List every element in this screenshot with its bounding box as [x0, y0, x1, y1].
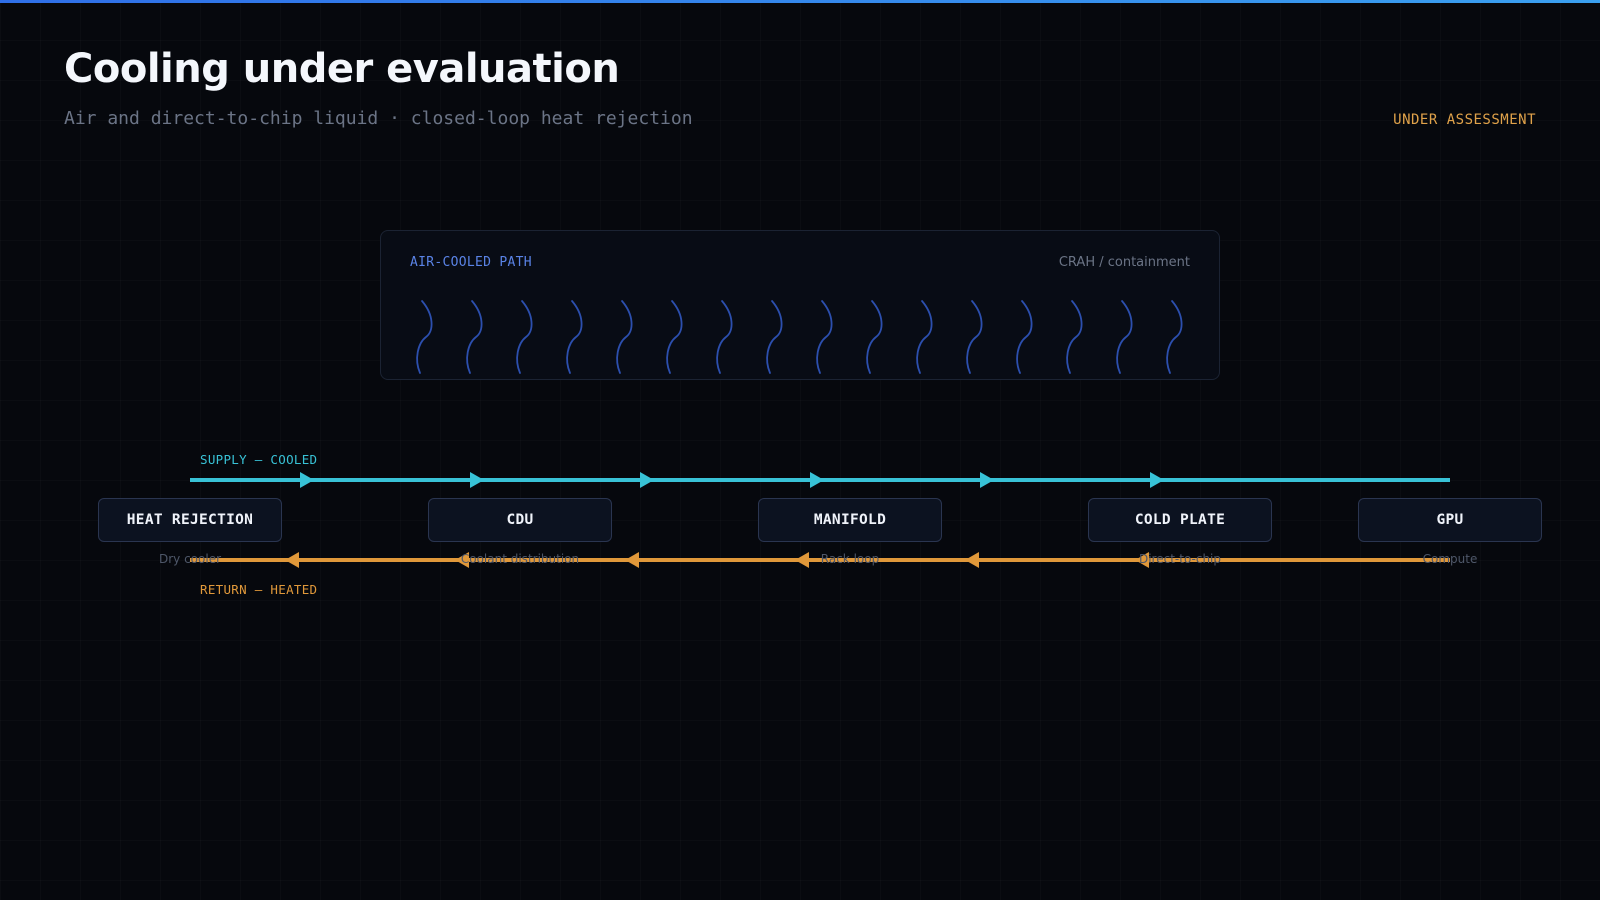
node-cdu-sublabel: Coolant distribution: [460, 552, 580, 566]
node-gpu: GPU: [1358, 498, 1542, 542]
return-line-label: RETURN — HEATED: [200, 582, 318, 597]
supply-arrow: [1150, 472, 1164, 488]
node-cold-plate: COLD PLATE: [1088, 498, 1272, 542]
node-manifold-sublabel: Rack loop: [820, 552, 880, 566]
supply-arrow: [810, 472, 824, 488]
node-cdu: CDU: [428, 498, 612, 542]
supply-arrow: [470, 472, 484, 488]
node-gpu-sublabel: Compute: [1422, 552, 1478, 566]
node-manifold: MANIFOLD: [758, 498, 942, 542]
node-cold-plate-sublabel: Direct-to-chip: [1138, 552, 1221, 566]
supply-arrow: [980, 472, 994, 488]
supply-line-label: SUPPLY — COOLED: [200, 452, 318, 467]
node-heat-rejection-sublabel: Dry cooler: [158, 552, 222, 566]
node-heat-rejection: HEAT REJECTION: [98, 498, 282, 542]
supply-arrow: [300, 472, 314, 488]
supply-arrow: [640, 472, 654, 488]
coolant-loop-diagram: [190, 472, 1450, 568]
